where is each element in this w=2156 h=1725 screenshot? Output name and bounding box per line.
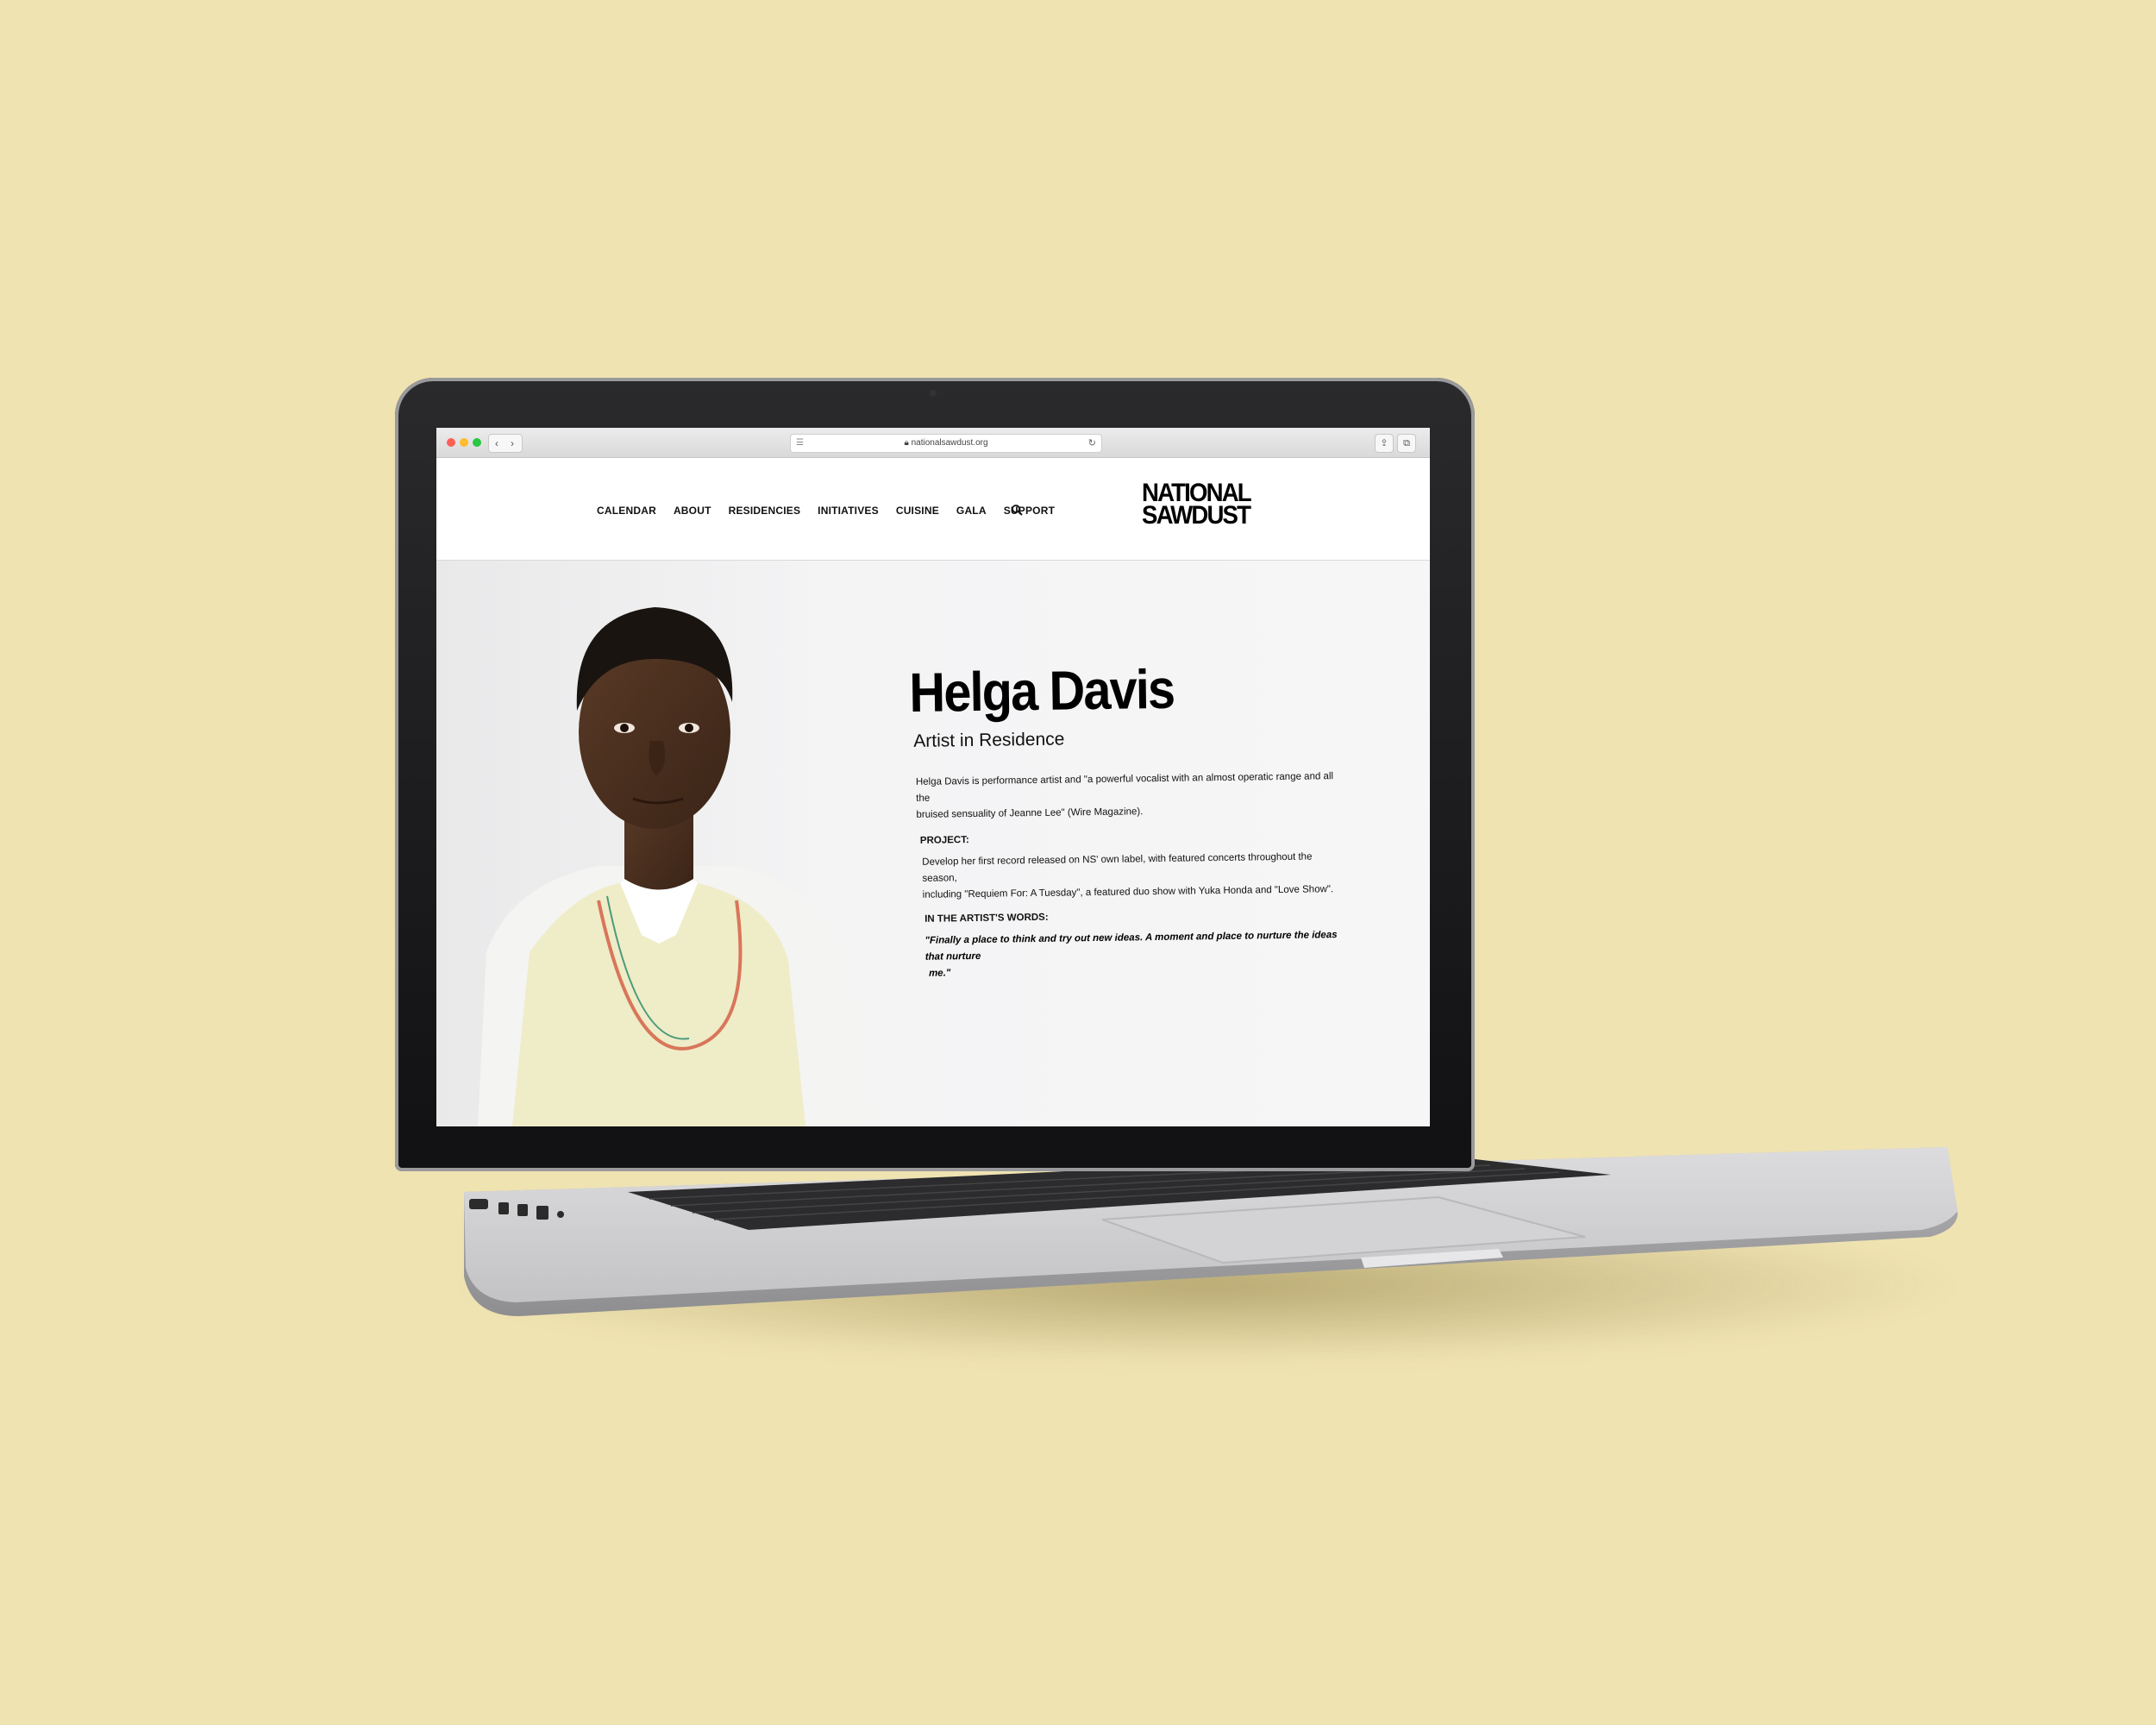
artist-role: Artist in Residence <box>913 729 1065 751</box>
nav-gala[interactable]: GALA <box>956 505 987 517</box>
forward-button[interactable]: › <box>505 435 520 452</box>
artist-name: Helga Davis <box>908 657 1175 724</box>
back-button[interactable]: ‹ <box>489 435 505 452</box>
artist-portrait <box>478 607 874 1126</box>
laptop-lid: ‹ › ☰ 🔒︎ nationalsawdust.org ↻ ⇪ ⧉ CALEND… <box>395 378 1475 1171</box>
words-label: IN THE ARTIST'S WORDS: <box>924 912 1049 925</box>
logo-line-2: SAWDUST <box>1142 501 1251 530</box>
search-icon[interactable] <box>1011 504 1023 516</box>
tabs-button[interactable]: ⧉ <box>1397 434 1416 453</box>
close-window-button[interactable] <box>447 438 455 447</box>
browser-window: ‹ › ☰ 🔒︎ nationalsawdust.org ↻ ⇪ ⧉ CALEND… <box>436 428 1430 1126</box>
minimize-window-button[interactable] <box>460 438 468 447</box>
history-navigation: ‹ › <box>488 434 523 453</box>
zoom-window-button[interactable] <box>473 438 481 447</box>
nav-residencies[interactable]: RESIDENCIES <box>729 505 801 517</box>
reader-icon[interactable]: ☰ <box>796 435 804 452</box>
nav-calendar[interactable]: CALENDAR <box>597 505 656 517</box>
nav-initiatives[interactable]: INITIATIVES <box>818 505 879 517</box>
camera <box>930 390 937 397</box>
lock-icon: 🔒︎ <box>904 438 912 448</box>
address-text: nationalsawdust.org <box>911 438 988 448</box>
laptop-base <box>464 1147 1958 1316</box>
site-logo[interactable]: NATIONAL SAWDUST <box>1142 480 1253 530</box>
site-header: CALENDAR ABOUT RESIDENCIES INITIATIVES C… <box>436 458 1430 561</box>
nav-about[interactable]: ABOUT <box>674 505 711 517</box>
main-nav: CALENDAR ABOUT RESIDENCIES INITIATIVES C… <box>597 505 1055 517</box>
nav-cuisine[interactable]: CUISINE <box>896 505 939 517</box>
address-bar[interactable]: ☰ 🔒︎ nationalsawdust.org ↻ <box>790 434 1102 453</box>
artist-hero: Helga Davis Artist in Residence Helga Da… <box>436 561 1430 1126</box>
reload-icon[interactable]: ↻ <box>1088 435 1096 452</box>
artist-info: Helga Davis Artist in Residence Helga Da… <box>909 656 1344 982</box>
share-button[interactable]: ⇪ <box>1375 434 1394 453</box>
browser-toolbar: ‹ › ☰ 🔒︎ nationalsawdust.org ↻ ⇪ ⧉ <box>436 428 1430 458</box>
project-label: PROJECT: <box>919 835 969 846</box>
